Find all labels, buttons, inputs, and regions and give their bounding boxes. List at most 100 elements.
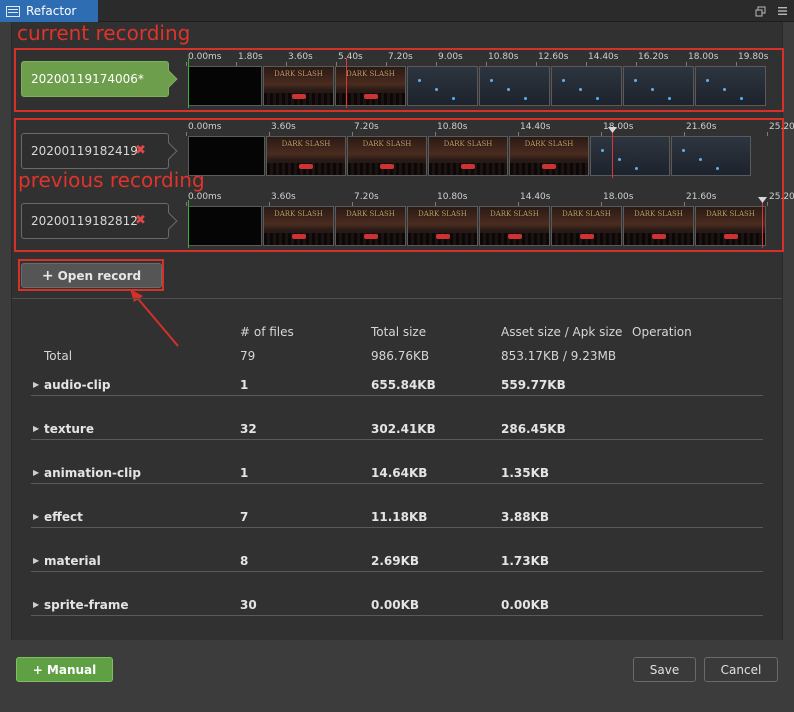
annotation-previous-recording: previous recording [18, 168, 209, 192]
save-button[interactable]: Save [633, 657, 696, 682]
timeline-tick-label: 7.20s [352, 122, 379, 136]
timeline-ticks-previous-1: 0.00ms 3.60s 7.20s 10.80s 14.40s 18.00s 21.60s… [186, 122, 794, 136]
timeline-tick-label: 10.80s [434, 122, 468, 136]
frame-thumbnail[interactable]: DARK SLASH [551, 206, 622, 246]
timeline-ticks-current: 0.00ms 1.80s 3.60s 5.40s 7.20s 9.00s 10.80s 12.… [186, 52, 768, 66]
playhead-marker-icon [608, 127, 617, 133]
delete-recording-icon[interactable]: ✖ [135, 213, 146, 228]
playhead-marker-icon [758, 197, 767, 203]
open-record-label: Open record [57, 268, 142, 283]
asset-row-name[interactable]: sprite-frame [44, 598, 129, 612]
timeline-start-marker [188, 200, 189, 248]
total-asset-apk-size: 853.17KB / 9.23MB [501, 349, 617, 363]
expand-caret-icon[interactable]: ▶ [33, 556, 39, 565]
asset-row-asset-size: 286.45KB [501, 422, 566, 436]
tab-title: Refactor [26, 4, 77, 18]
asset-row-asset-size: 0.00KB [501, 598, 550, 612]
asset-row-files: 1 [240, 466, 249, 480]
expand-caret-icon[interactable]: ▶ [33, 380, 39, 389]
recording-name: 20200119174006* [31, 72, 144, 86]
frame-thumbnail[interactable] [188, 136, 265, 176]
row-divider [31, 483, 763, 484]
asset-row-files: 7 [240, 510, 249, 524]
frame-thumbnail[interactable]: DARK SLASH [263, 206, 334, 246]
tab-refactor[interactable]: Refactor [0, 0, 98, 22]
menu-icon[interactable] [774, 3, 790, 19]
frame-thumbnail[interactable] [551, 66, 622, 106]
frame-thumbnail[interactable] [623, 66, 694, 106]
timeline-strip-previous-2[interactable]: DARK SLASH DARK SLASH DARK SLASH DARK SLASH… [188, 206, 768, 246]
thumbnail-title-text: DARK SLASH [443, 140, 493, 148]
timeline-playhead[interactable] [612, 130, 613, 178]
timeline-playhead[interactable] [762, 200, 763, 248]
frame-thumbnail[interactable] [590, 136, 670, 176]
header-operation: Operation [632, 325, 692, 339]
asset-row-name[interactable]: audio-clip [44, 378, 111, 392]
header-total-size: Total size [371, 325, 427, 339]
restore-icon[interactable] [752, 3, 768, 19]
total-files: 79 [240, 349, 256, 363]
cancel-button[interactable]: Cancel [704, 657, 778, 682]
row-divider [31, 527, 763, 528]
asset-row-files: 8 [240, 554, 249, 568]
timeline-strip-previous-1[interactable]: DARK SLASH DARK SLASH DARK SLASH DARK SLASH [188, 136, 768, 176]
timeline-tick-label: 21.60s [683, 192, 717, 206]
frame-thumbnail[interactable] [479, 66, 550, 106]
refactor-icon [6, 5, 20, 17]
asset-row-asset-size: 1.73KB [501, 554, 550, 568]
frame-thumbnail[interactable]: DARK SLASH [266, 136, 346, 176]
frame-thumbnail[interactable]: DARK SLASH [509, 136, 589, 176]
row-divider [31, 439, 763, 440]
timeline-tick-label: 25.20s [766, 122, 794, 136]
frame-thumbnail[interactable]: DARK SLASH [263, 66, 334, 106]
thumbnail-title-text: DARK SLASH [706, 210, 755, 218]
thumbnail-title-text: DARK SLASH [346, 210, 395, 218]
total-label: Total [44, 349, 73, 363]
asset-row-name[interactable]: texture [44, 422, 94, 436]
frame-thumbnail[interactable]: DARK SLASH [479, 206, 550, 246]
asset-row-name[interactable]: material [44, 554, 101, 568]
manual-button[interactable]: + Manual [16, 657, 113, 682]
frame-thumbnail[interactable] [188, 66, 262, 106]
timeline-tick-label: 0.00ms [186, 122, 222, 136]
expand-caret-icon[interactable]: ▶ [33, 600, 39, 609]
thumbnail-title-text: DARK SLASH [362, 140, 412, 148]
timeline-tick-label: 7.20s [352, 192, 379, 206]
timeline-strip-current[interactable]: DARK SLASH DARK SLASH [188, 66, 768, 106]
frame-thumbnail[interactable] [695, 66, 766, 106]
thumbnail-title-text: DARK SLASH [281, 140, 331, 148]
asset-row-total-size: 14.64KB [371, 466, 428, 480]
asset-row-files: 1 [240, 378, 249, 392]
asset-row-name[interactable]: effect [44, 510, 83, 524]
thumbnail-title-text: DARK SLASH [634, 210, 683, 218]
timeline-tick-label: 3.60s [269, 192, 296, 206]
timeline-tick-label: 25.20s [766, 192, 794, 206]
delete-recording-icon[interactable]: ✖ [135, 143, 146, 158]
previous-recording-label[interactable]: 20200119182419 ✖ [21, 133, 178, 169]
timeline-tick-label: 0.00ms [186, 192, 222, 206]
frame-thumbnail[interactable]: DARK SLASH [695, 206, 766, 246]
expand-caret-icon[interactable]: ▶ [33, 512, 39, 521]
frame-thumbnail[interactable]: DARK SLASH [407, 206, 478, 246]
previous-recording-label[interactable]: 20200119182812 ✖ [21, 203, 178, 239]
expand-caret-icon[interactable]: ▶ [33, 468, 39, 477]
recording-name: 20200119182419 [31, 144, 138, 158]
frame-thumbnail[interactable]: DARK SLASH [428, 136, 508, 176]
current-recording-label[interactable]: 20200119174006* [21, 61, 178, 97]
frame-thumbnail[interactable]: DARK SLASH [623, 206, 694, 246]
frame-thumbnail[interactable] [188, 206, 262, 246]
asset-row-files: 32 [240, 422, 257, 436]
frame-thumbnail[interactable]: DARK SLASH [335, 206, 406, 246]
asset-row-files: 30 [240, 598, 257, 612]
open-record-button[interactable]: + Open record [21, 263, 162, 288]
asset-row-name[interactable]: animation-clip [44, 466, 141, 480]
header-files: # of files [240, 325, 294, 339]
asset-row-total-size: 11.18KB [371, 510, 428, 524]
timeline-playhead[interactable] [346, 58, 347, 108]
frame-thumbnail[interactable]: DARK SLASH [347, 136, 427, 176]
frame-thumbnail[interactable] [671, 136, 751, 176]
timeline-tick-label: 16.20s [635, 52, 669, 66]
thumbnail-title-text: DARK SLASH [562, 210, 611, 218]
expand-caret-icon[interactable]: ▶ [33, 424, 39, 433]
frame-thumbnail[interactable] [407, 66, 478, 106]
